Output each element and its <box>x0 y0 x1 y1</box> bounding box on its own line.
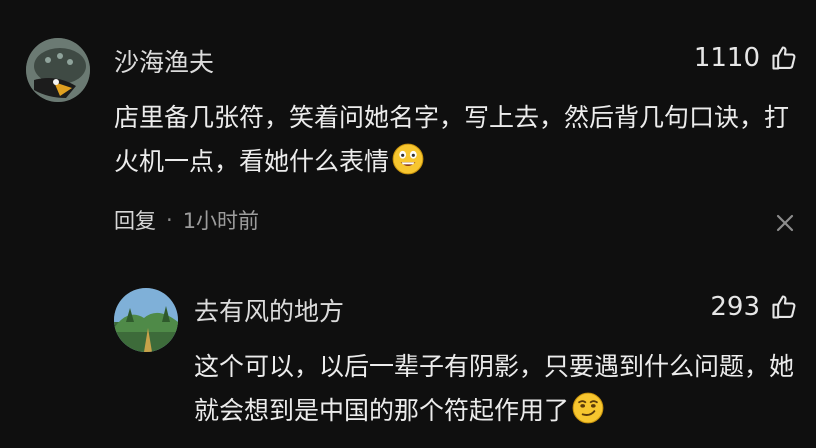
reply-text-content: 这个可以，以后一辈子有阴影，只要遇到什么问题，她就会想到是中国的那个符起作用了 <box>194 352 795 425</box>
reply-avatar[interactable] <box>114 288 178 352</box>
separator-dot: · <box>166 208 173 232</box>
avatar[interactable] <box>26 38 90 102</box>
thumbs-up-icon[interactable] <box>770 293 798 321</box>
comment-text: 店里备几张符，笑着问她名字，写上去，然后背几句口诀，打火机一点，看她什么表情 <box>114 96 794 184</box>
comment-like-button[interactable]: 1110 <box>694 43 798 73</box>
comment-meta: 回复 · 1小时前 <box>114 205 259 235</box>
reply-username[interactable]: 去有风的地方 <box>194 292 344 328</box>
reply-button[interactable]: 回复 <box>114 205 156 235</box>
comment-timestamp: 1小时前 <box>182 209 260 233</box>
thumbs-up-icon[interactable] <box>770 44 798 72</box>
comment-text-content: 店里备几张符，笑着问她名字，写上去，然后背几句口诀，打火机一点，看她什么表情 <box>114 103 790 176</box>
reply-like-count: 293 <box>710 292 760 322</box>
like-count: 1110 <box>693 43 760 73</box>
close-icon[interactable] <box>774 212 796 234</box>
close-button[interactable] <box>774 212 796 234</box>
comment-username[interactable]: 沙海渔夫 <box>114 43 214 79</box>
reply-like-button[interactable]: 293 <box>710 292 798 322</box>
grinning-emoji-icon <box>391 142 425 176</box>
reply-text: 这个可以，以后一辈子有阴影，只要遇到什么问题，她就会想到是中国的那个符起作用了 <box>194 345 794 433</box>
smirk-emoji-icon <box>571 391 605 425</box>
